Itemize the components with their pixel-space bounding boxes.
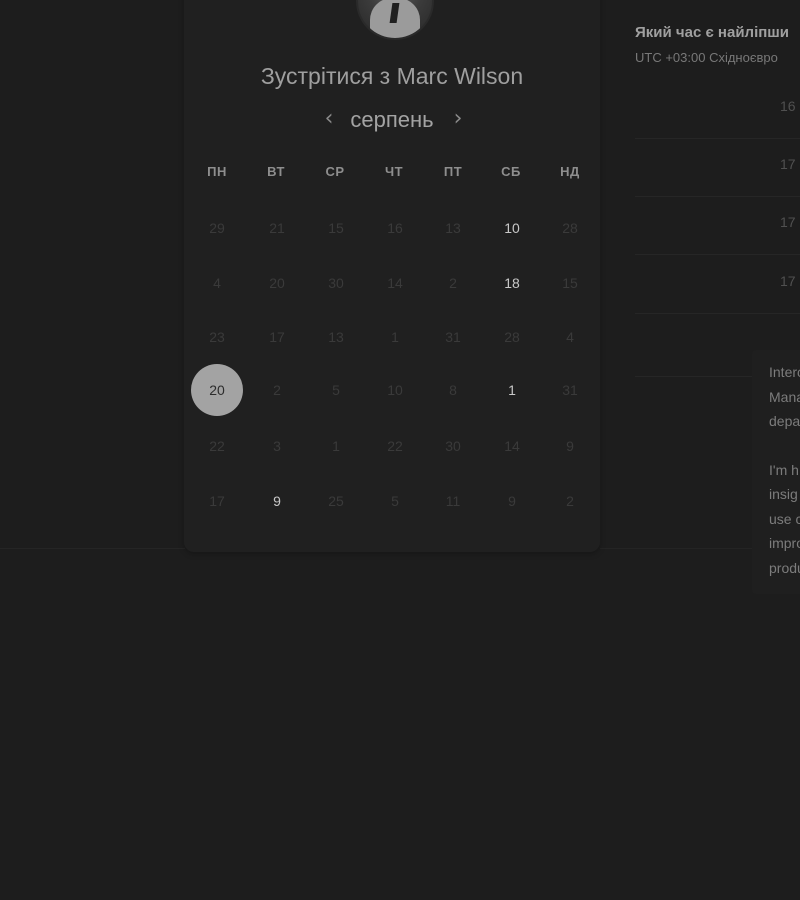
- section-divider: [635, 376, 755, 377]
- bio-line: produ: [769, 559, 800, 576]
- bio-line: insig: [769, 486, 798, 502]
- day-cell: 13: [328, 329, 344, 345]
- day-cell[interactable]: 1: [486, 364, 538, 416]
- day-cell: 15: [562, 275, 578, 291]
- day-cell: 9: [566, 438, 574, 454]
- timezone-selector[interactable]: UTC +03:00 Східноєвро: [635, 50, 800, 65]
- day-cell: 22: [209, 438, 225, 454]
- bio-line: use c: [769, 510, 800, 527]
- time-slot[interactable]: 17: [635, 255, 800, 314]
- day-cell: 23: [209, 329, 225, 345]
- time-slot[interactable]: 17: [635, 138, 800, 197]
- day-cell: 1: [332, 438, 340, 454]
- bio-spacer: [769, 434, 800, 458]
- day-cell: 30: [445, 438, 461, 454]
- day-cell: 2: [449, 275, 457, 291]
- day-cell: 17: [269, 329, 285, 345]
- day-cell: 5: [391, 493, 399, 509]
- day-cell: 14: [504, 438, 520, 454]
- weekday-label: ЧТ: [384, 164, 404, 179]
- weekday-label: ПТ: [443, 164, 463, 179]
- day-cell: 2: [566, 493, 574, 509]
- time-slot-label: 16: [780, 98, 796, 114]
- day-cell: 31: [445, 329, 461, 345]
- day-cell: 17: [209, 493, 225, 509]
- day-cell: 14: [387, 275, 403, 291]
- day-cell: 29: [209, 220, 225, 236]
- bio-line: Mana: [769, 388, 800, 405]
- time-slot[interactable]: 17: [635, 196, 800, 255]
- day-cell: 15: [328, 220, 344, 236]
- bio-line: I'm h: [769, 461, 799, 478]
- day-cell: 4: [566, 329, 574, 345]
- time-slot-label: 17: [780, 156, 796, 172]
- day-cell: 25: [328, 493, 344, 509]
- weekday-label: НД: [560, 164, 580, 179]
- section-divider: [0, 548, 185, 549]
- chevron-right-icon[interactable]: ›: [447, 106, 469, 134]
- day-cell: 2: [273, 382, 281, 398]
- day-cell: 20: [269, 275, 285, 291]
- bio-line: Interc: [769, 364, 800, 380]
- time-slot[interactable]: 16: [635, 80, 800, 139]
- bio-line: depa: [769, 413, 800, 429]
- day-cell: 1: [391, 329, 399, 345]
- day-cell[interactable]: 18: [486, 257, 538, 309]
- host-bio-card: Interc Mana depa I'm h insig use c impro…: [752, 350, 800, 594]
- day-cell[interactable]: 9: [251, 475, 303, 527]
- day-cell: 28: [504, 329, 520, 345]
- host-avatar: [356, 0, 434, 40]
- time-slot-label: 17: [780, 214, 796, 230]
- calendar-card: Зустрітися з Marc Wilson ‹ серпень › ПН В…: [184, 0, 600, 552]
- day-cell[interactable]: 10: [486, 202, 538, 254]
- day-cell: 4: [213, 275, 221, 291]
- host-bio: Interc Mana depa I'm h insig use c impro…: [769, 360, 800, 580]
- day-cell: 3: [273, 438, 281, 454]
- booking-page: Зустрітися з Marc Wilson ‹ серпень › ПН В…: [0, 0, 800, 900]
- weekday-header: ПН ВТ СР ЧТ ПТ СБ НД: [189, 164, 600, 184]
- time-question: Який час є найліпши: [635, 24, 790, 41]
- time-selection-panel: Який час є найліпши UTC +03:00 Східноєвр…: [600, 0, 800, 900]
- bio-line: impro: [769, 535, 800, 551]
- day-cell: 5: [332, 382, 340, 398]
- day-cell: 31: [562, 382, 578, 398]
- meeting-title: Зустрітися з Marc Wilson: [260, 63, 524, 89]
- weekday-label: ПН: [207, 164, 227, 179]
- day-cell: 13: [445, 220, 461, 236]
- day-cell: 16: [387, 220, 403, 236]
- selected-day-cell[interactable]: 20: [191, 364, 243, 416]
- day-cell: 21: [269, 220, 285, 236]
- time-slot-label: 17: [780, 273, 796, 289]
- weekday-label: СР: [325, 164, 345, 179]
- day-cell: 30: [328, 275, 344, 291]
- day-cell: 28: [562, 220, 578, 236]
- day-cell: 10: [387, 382, 403, 398]
- month-navigation: ‹ серпень ›: [184, 104, 600, 140]
- day-cell: 22: [387, 438, 403, 454]
- day-cell: 9: [508, 493, 516, 509]
- weekday-label: СБ: [501, 164, 521, 179]
- weekday-label: ВТ: [267, 164, 285, 179]
- day-cell: 11: [445, 493, 461, 509]
- day-cell: 8: [449, 382, 457, 398]
